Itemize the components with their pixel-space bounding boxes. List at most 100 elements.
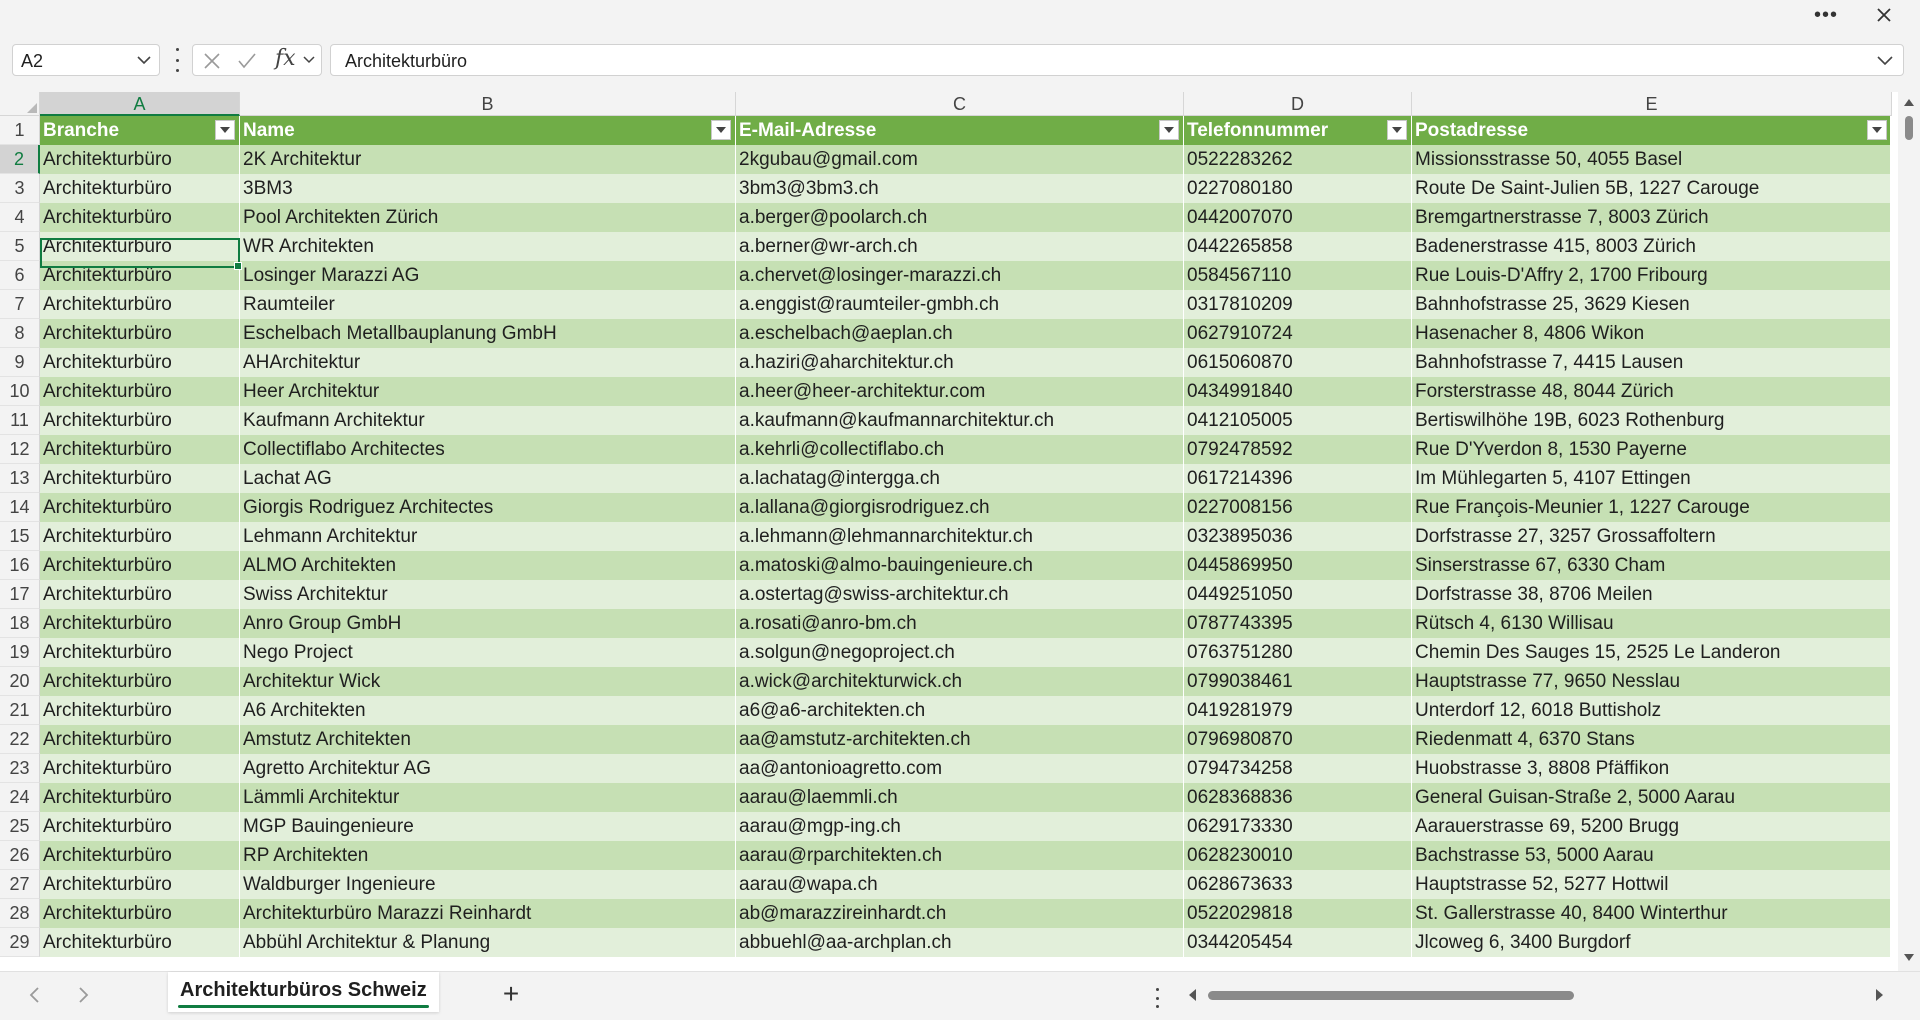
table-cell[interactable]: Kaufmann Architektur — [240, 406, 736, 435]
row-header[interactable]: 15 — [0, 522, 40, 551]
table-cell[interactable]: Architekturbüro — [40, 696, 240, 725]
sheet-options-icon[interactable] — [1154, 988, 1160, 1008]
table-cell[interactable]: Badenerstrasse 415, 8003 Zürich — [1412, 232, 1892, 261]
table-cell[interactable]: a.berger@poolarch.ch — [736, 203, 1184, 232]
column-title-cell[interactable]: Telefonnummer — [1184, 116, 1412, 145]
cancel-entry-icon[interactable] — [203, 52, 221, 70]
table-cell[interactable]: RP Architekten — [240, 841, 736, 870]
expand-formula-icon[interactable] — [1877, 55, 1893, 65]
column-title-cell[interactable]: Branche — [40, 116, 240, 145]
table-cell[interactable]: Jlcoweg 6, 3400 Burgdorf — [1412, 928, 1892, 957]
table-cell[interactable]: Giorgis Rodriguez Architectes — [240, 493, 736, 522]
table-cell[interactable]: Architekturbüro — [40, 551, 240, 580]
table-cell[interactable]: Nego Project — [240, 638, 736, 667]
table-cell[interactable]: Forsterstrasse 48, 8044 Zürich — [1412, 377, 1892, 406]
table-cell[interactable]: Bahnhofstrasse 7, 4415 Lausen — [1412, 348, 1892, 377]
table-cell[interactable]: Architekturbüro — [40, 522, 240, 551]
table-cell[interactable]: Architekturbüro — [40, 435, 240, 464]
table-cell[interactable]: Rütsch 4, 6130 Willisau — [1412, 609, 1892, 638]
table-cell[interactable]: Missionsstrasse 50, 4055 Basel — [1412, 145, 1892, 174]
table-cell[interactable]: 0412105005 — [1184, 406, 1412, 435]
table-cell[interactable]: Architekturbüro — [40, 290, 240, 319]
row-header[interactable]: 26 — [0, 841, 40, 870]
row-header[interactable]: 22 — [0, 725, 40, 754]
chevron-right-icon[interactable] — [78, 986, 90, 1004]
table-cell[interactable]: Architekturbüro — [40, 232, 240, 261]
table-cell[interactable]: Abbühl Architektur & Planung — [240, 928, 736, 957]
formula-input[interactable]: Architekturbüro — [330, 44, 1904, 76]
row-header[interactable]: 4 — [0, 203, 40, 232]
table-cell[interactable]: aa@amstutz-architekten.ch — [736, 725, 1184, 754]
close-button[interactable] — [1866, 0, 1902, 30]
table-cell[interactable]: 0629173330 — [1184, 812, 1412, 841]
table-cell[interactable]: Route De Saint-Julien 5B, 1227 Carouge — [1412, 174, 1892, 203]
row-header[interactable]: 18 — [0, 609, 40, 638]
table-cell[interactable]: Architekturbüro — [40, 754, 240, 783]
row-header[interactable]: 8 — [0, 319, 40, 348]
row-header[interactable]: 21 — [0, 696, 40, 725]
table-cell[interactable]: Architekturbüro — [40, 870, 240, 899]
row-header[interactable]: 1 — [0, 116, 40, 145]
table-cell[interactable]: a.eschelbach@aeplan.ch — [736, 319, 1184, 348]
column-header-a[interactable]: A — [40, 92, 240, 116]
horizontal-scrollbar[interactable] — [1184, 982, 1884, 1008]
chevron-left-icon[interactable] — [28, 986, 40, 1004]
scroll-up-icon[interactable] — [1904, 98, 1914, 106]
row-header[interactable]: 25 — [0, 812, 40, 841]
scroll-down-icon[interactable] — [1904, 954, 1914, 962]
table-cell[interactable]: 0227008156 — [1184, 493, 1412, 522]
table-cell[interactable]: 0628368836 — [1184, 783, 1412, 812]
table-cell[interactable]: Unterdorf 12, 6018 Buttisholz — [1412, 696, 1892, 725]
table-cell[interactable]: Rue François-Meunier 1, 1227 Carouge — [1412, 493, 1892, 522]
table-cell[interactable]: Architekturbüro — [40, 406, 240, 435]
vertical-scrollbar[interactable] — [1898, 92, 1920, 971]
table-cell[interactable]: Hasenacher 8, 4806 Wikon — [1412, 319, 1892, 348]
table-cell[interactable]: 0628230010 — [1184, 841, 1412, 870]
chevron-down-icon[interactable] — [303, 55, 315, 64]
row-header[interactable]: 10 — [0, 377, 40, 406]
filter-dropdown-button[interactable] — [1159, 120, 1179, 140]
table-cell[interactable]: Hauptstrasse 52, 5277 Hottwil — [1412, 870, 1892, 899]
table-cell[interactable]: Amstutz Architekten — [240, 725, 736, 754]
select-all-button[interactable] — [0, 92, 40, 116]
column-title-cell[interactable]: Name — [240, 116, 736, 145]
table-cell[interactable]: Architekturbüro — [40, 377, 240, 406]
table-cell[interactable]: Architekturbüro — [40, 928, 240, 957]
table-cell[interactable]: ALMO Architekten — [240, 551, 736, 580]
table-cell[interactable]: a.lachatag@intergga.ch — [736, 464, 1184, 493]
table-cell[interactable]: a.enggist@raumteiler-gmbh.ch — [736, 290, 1184, 319]
table-cell[interactable]: A6 Architekten — [240, 696, 736, 725]
spreadsheet-grid[interactable]: ABCDE 1 2 3 4 5 6 7 8 9 10 11 12 13 14 15 16 17 18 19 20 21 2… — [0, 92, 1898, 971]
table-cell[interactable]: abbuehl@aa-archplan.ch — [736, 928, 1184, 957]
table-cell[interactable]: aarau@rparchitekten.ch — [736, 841, 1184, 870]
table-cell[interactable]: Huobstrasse 3, 8808 Pfäffikon — [1412, 754, 1892, 783]
table-cell[interactable]: a.chervet@losinger-marazzi.ch — [736, 261, 1184, 290]
row-header[interactable]: 6 — [0, 261, 40, 290]
table-cell[interactable]: 0763751280 — [1184, 638, 1412, 667]
table-cell[interactable]: 0522029818 — [1184, 899, 1412, 928]
table-cell[interactable]: a.wick@architekturwick.ch — [736, 667, 1184, 696]
table-cell[interactable]: Architekturbüro — [40, 609, 240, 638]
table-cell[interactable]: Pool Architekten Zürich — [240, 203, 736, 232]
column-header-d[interactable]: D — [1184, 92, 1412, 116]
table-cell[interactable]: Architekturbüro — [40, 493, 240, 522]
row-header[interactable]: 11 — [0, 406, 40, 435]
table-cell[interactable]: 0445869950 — [1184, 551, 1412, 580]
table-cell[interactable]: 0442265858 — [1184, 232, 1412, 261]
table-cell[interactable]: 0522283262 — [1184, 145, 1412, 174]
formula-bar-options-icon[interactable] — [172, 48, 182, 72]
table-cell[interactable]: Bremgartnerstrasse 7, 8003 Zürich — [1412, 203, 1892, 232]
table-cell[interactable]: Bertiswilhöhe 19B, 6023 Rothenburg — [1412, 406, 1892, 435]
table-cell[interactable]: Sinserstrasse 67, 6330 Cham — [1412, 551, 1892, 580]
table-cell[interactable]: Aarauerstrasse 69, 5200 Brugg — [1412, 812, 1892, 841]
table-cell[interactable]: 0227080180 — [1184, 174, 1412, 203]
table-cell[interactable]: WR Architekten — [240, 232, 736, 261]
row-header[interactable]: 13 — [0, 464, 40, 493]
table-cell[interactable]: a.ostertag@swiss-architektur.ch — [736, 580, 1184, 609]
table-cell[interactable]: MGP Bauingenieure — [240, 812, 736, 841]
row-header[interactable]: 3 — [0, 174, 40, 203]
insert-function-button[interactable]: fx — [275, 46, 296, 71]
table-cell[interactable]: Eschelbach Metallbauplanung GmbH — [240, 319, 736, 348]
table-cell[interactable]: Architekturbüro — [40, 203, 240, 232]
table-cell[interactable]: St. Gallerstrasse 40, 8400 Winterthur — [1412, 899, 1892, 928]
